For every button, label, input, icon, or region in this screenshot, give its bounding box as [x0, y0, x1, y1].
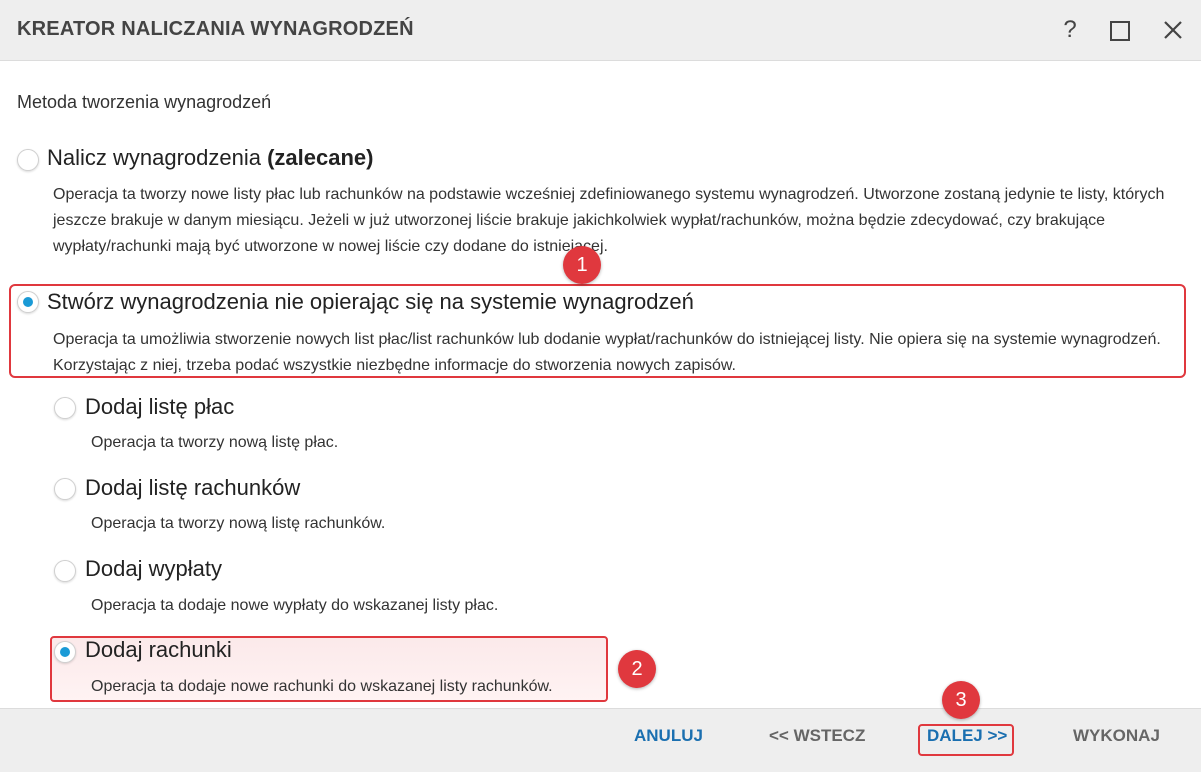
option-dodaj-rachunki-label[interactable]: Dodaj rachunki: [85, 637, 232, 663]
option-dodaj-liste-rachunkow-description: Operacja ta tworzy nową listę rachunków.: [91, 515, 386, 532]
radio-stworz-wynagrodzenia[interactable]: [17, 291, 39, 313]
option-stworz-wynagrodzenia-label[interactable]: Stwórz wynagrodzenia nie opierając się n…: [47, 289, 694, 315]
help-button[interactable]: ?: [1054, 14, 1086, 46]
maximize-button[interactable]: [1103, 14, 1135, 46]
radio-dodaj-liste-plac[interactable]: [54, 397, 76, 419]
footer-bar: [0, 708, 1201, 772]
next-button[interactable]: DALEJ >>: [927, 726, 1007, 746]
radio-dodaj-rachunki[interactable]: [54, 641, 76, 663]
option-nalicz-wynagrodzenia-label[interactable]: Nalicz wynagrodzenia (zalecane): [47, 145, 374, 171]
option-dodaj-rachunki-description: Operacja ta dodaje nowe rachunki do wska…: [91, 678, 553, 695]
window-title: KREATOR NALICZANIA WYNAGRODZEŃ: [17, 18, 414, 40]
radio-nalicz-wynagrodzenia[interactable]: [17, 149, 39, 171]
close-button[interactable]: [1157, 14, 1189, 46]
option-nalicz-description: Operacja ta tworzy nowe listy płac lub r…: [53, 186, 1165, 255]
option-dodaj-wyplaty-description: Operacja ta dodaje nowe wypłaty do wskaz…: [91, 597, 499, 614]
option-dodaj-liste-rachunkow-label[interactable]: Dodaj listę rachunków: [85, 475, 300, 501]
option-nalicz-title: Nalicz wynagrodzenia: [47, 145, 268, 170]
option-stworz-description: Operacja ta umożliwia stworzenie nowych …: [53, 331, 1161, 374]
option-dodaj-liste-plac-label[interactable]: Dodaj listę płac: [85, 394, 234, 420]
option-dodaj-liste-plac-description: Operacja ta tworzy nową listę płac.: [91, 434, 339, 451]
title-bar: KREATOR NALICZANIA WYNAGRODZEŃ ?: [0, 0, 1201, 61]
close-icon: [1164, 21, 1182, 39]
annotation-badge-3: 3: [942, 681, 980, 719]
cancel-button[interactable]: ANULUJ: [634, 726, 703, 746]
option-dodaj-wyplaty-label[interactable]: Dodaj wypłaty: [85, 556, 222, 582]
back-button[interactable]: << WSTECZ: [769, 726, 865, 746]
section-label: Metoda tworzenia wynagrodzeń: [17, 92, 272, 112]
annotation-badge-2: 2: [618, 650, 656, 688]
finish-button[interactable]: WYKONAJ: [1073, 726, 1160, 746]
option-nalicz-recommended: (zalecane): [267, 145, 374, 170]
annotation-badge-1: 1: [563, 246, 601, 284]
radio-dodaj-liste-rachunkow[interactable]: [54, 478, 76, 500]
radio-dodaj-wyplaty[interactable]: [54, 560, 76, 582]
